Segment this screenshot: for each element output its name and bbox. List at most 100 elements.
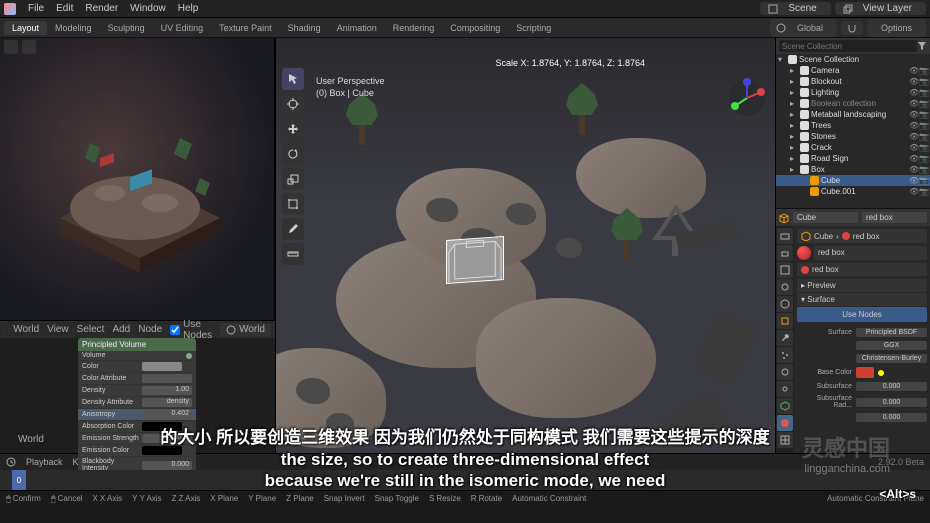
tool-measure[interactable] xyxy=(282,243,304,265)
menu-window[interactable]: Window xyxy=(124,3,172,14)
node-row-absorption[interactable]: Absorption Color xyxy=(78,421,196,433)
ptab-render[interactable] xyxy=(777,228,793,244)
world-icon[interactable] xyxy=(4,325,5,335)
viewlayer-selector[interactable]: View Layer xyxy=(835,2,926,15)
tab-modeling[interactable]: Modeling xyxy=(47,21,100,35)
outliner-scene-collection[interactable]: ▾Scene Collection xyxy=(776,54,930,65)
prop-sss-radius[interactable]: Subsurface Rad...0.000 xyxy=(797,393,927,411)
ptab-constraints[interactable] xyxy=(777,381,793,397)
snap-toggle[interactable] xyxy=(841,21,863,35)
prop-sss-method[interactable]: Christensen-Burley xyxy=(797,352,927,365)
tab-scripting[interactable]: Scripting xyxy=(508,21,559,35)
scene-selector[interactable]: Scene xyxy=(760,2,830,15)
outliner-item-boolean-collection[interactable]: ▸Boolean collection👁📷 xyxy=(776,98,930,109)
shader-add[interactable]: Add xyxy=(112,324,130,335)
tl-playback[interactable]: Playback xyxy=(26,457,63,467)
ptab-world[interactable] xyxy=(777,296,793,312)
prop-subsurface[interactable]: Subsurface0.000 xyxy=(797,380,927,393)
tool-scale[interactable] xyxy=(282,168,304,190)
selected-cube[interactable] xyxy=(446,236,504,284)
use-nodes-input[interactable] xyxy=(170,325,180,335)
outliner-item-camera[interactable]: ▸Camera👁📷 xyxy=(776,65,930,76)
ptab-modifiers[interactable] xyxy=(777,330,793,346)
tool-move[interactable] xyxy=(282,118,304,140)
menu-help[interactable]: Help xyxy=(172,3,205,14)
world-slot[interactable]: World xyxy=(220,323,271,336)
active-material-name[interactable]: red box xyxy=(862,212,927,223)
node-row-color[interactable]: Color xyxy=(78,361,196,373)
outliner-item-cube[interactable]: Cube👁📷 xyxy=(776,175,930,186)
tab-uv[interactable]: UV Editing xyxy=(153,21,212,35)
tab-shading[interactable]: Shading xyxy=(280,21,329,35)
material-name-field[interactable]: red box xyxy=(814,246,927,260)
tab-sculpting[interactable]: Sculpting xyxy=(100,21,153,35)
outliner-item-trees[interactable]: ▸Trees👁📷 xyxy=(776,120,930,131)
properties-breadcrumb[interactable]: Cube › red box xyxy=(797,229,927,243)
section-surface[interactable]: ▾ Surface xyxy=(797,293,927,306)
outliner-item-metaball-landscaping[interactable]: ▸Metaball landscaping👁📷 xyxy=(776,109,930,120)
node-editor[interactable]: Principled Volume Volume Color Color Att… xyxy=(0,338,275,453)
prop-distribution[interactable]: GGX xyxy=(797,339,927,352)
prop-surface[interactable]: SurfacePrincipled BSDF xyxy=(797,326,927,339)
ptab-particles[interactable] xyxy=(777,347,793,363)
ptab-viewlayer[interactable] xyxy=(777,262,793,278)
ptab-texture[interactable] xyxy=(777,432,793,448)
node-row-density[interactable]: Density1.00 xyxy=(78,385,196,397)
app-logo[interactable] xyxy=(4,3,16,15)
tool-cursor[interactable] xyxy=(282,93,304,115)
shader-node[interactable]: Node xyxy=(138,324,162,335)
ptab-scene[interactable] xyxy=(777,279,793,295)
preview-mode[interactable] xyxy=(22,40,36,54)
ptab-output[interactable] xyxy=(777,245,793,261)
ptab-material[interactable] xyxy=(777,415,793,431)
3d-viewport[interactable]: Scale X: 1.8764, Y: 1.8764, Z: 1.8764 Us… xyxy=(275,38,775,453)
menu-file[interactable]: File xyxy=(22,3,50,14)
shader-view[interactable]: View xyxy=(47,324,69,335)
tab-texpaint[interactable]: Texture Paint xyxy=(211,21,280,35)
shader-select[interactable]: Select xyxy=(77,324,105,335)
preview-viewport[interactable] xyxy=(0,38,275,320)
outliner[interactable]: ▾Scene Collection ▸Camera👁📷▸Blockout👁📷▸L… xyxy=(776,38,930,208)
clock-icon[interactable] xyxy=(6,457,16,467)
node-row-emstrength[interactable]: Emission Strength0.000 xyxy=(78,433,196,445)
options-dropdown[interactable]: Options xyxy=(867,19,926,37)
tab-layout[interactable]: Layout xyxy=(4,21,47,35)
active-object-name[interactable]: Cube xyxy=(793,212,858,223)
outliner-item-road-sign[interactable]: ▸Road Sign👁📷 xyxy=(776,153,930,164)
node-row-anisotropy[interactable]: Anisotropy0.402 xyxy=(78,409,196,421)
shader-world-btn[interactable]: World xyxy=(13,324,39,335)
node-row-densityattr[interactable]: Density Attributedensity xyxy=(78,397,196,409)
outliner-item-cube-001[interactable]: Cube.001👁📷 xyxy=(776,186,930,197)
use-nodes-button[interactable]: Use Nodes xyxy=(797,307,927,322)
timeline-track[interactable]: 0 xyxy=(0,470,930,490)
filter-icon[interactable] xyxy=(917,41,927,51)
tool-annotate[interactable] xyxy=(282,218,304,240)
tool-transform[interactable] xyxy=(282,193,304,215)
prop-basecolor[interactable]: Base Color xyxy=(797,365,927,380)
tab-animation[interactable]: Animation xyxy=(329,21,385,35)
material-selector[interactable]: red box xyxy=(797,263,927,276)
node-row-emcolor[interactable]: Emission Color xyxy=(78,445,196,457)
preview-editor-type[interactable] xyxy=(4,40,18,54)
outliner-search[interactable] xyxy=(779,40,917,52)
material-preview-sphere[interactable] xyxy=(797,246,811,260)
tool-rotate[interactable] xyxy=(282,143,304,165)
menu-edit[interactable]: Edit xyxy=(50,3,79,14)
output-socket-dot[interactable] xyxy=(186,353,192,359)
timeline-playhead[interactable]: 0 xyxy=(12,470,26,490)
orientation-dropdown[interactable]: Global xyxy=(770,19,837,37)
ptab-data[interactable] xyxy=(777,398,793,414)
tool-select[interactable] xyxy=(282,68,304,90)
outliner-item-crack[interactable]: ▸Crack👁📷 xyxy=(776,142,930,153)
prop-sss-radius-2[interactable]: 0.000 xyxy=(797,411,927,424)
principled-volume-node[interactable]: Principled Volume Volume Color Color Att… xyxy=(78,338,196,486)
menu-render[interactable]: Render xyxy=(79,3,124,14)
tab-compositing[interactable]: Compositing xyxy=(442,21,508,35)
nav-gizmo[interactable] xyxy=(727,78,767,118)
node-row-colorattr[interactable]: Color Attribute xyxy=(78,373,196,385)
ptab-physics[interactable] xyxy=(777,364,793,380)
outliner-item-box[interactable]: ▸Box👁📷 xyxy=(776,164,930,175)
ptab-object[interactable] xyxy=(777,313,793,329)
outliner-item-stones[interactable]: ▸Stones👁📷 xyxy=(776,131,930,142)
outliner-item-lighting[interactable]: ▸Lighting👁📷 xyxy=(776,87,930,98)
